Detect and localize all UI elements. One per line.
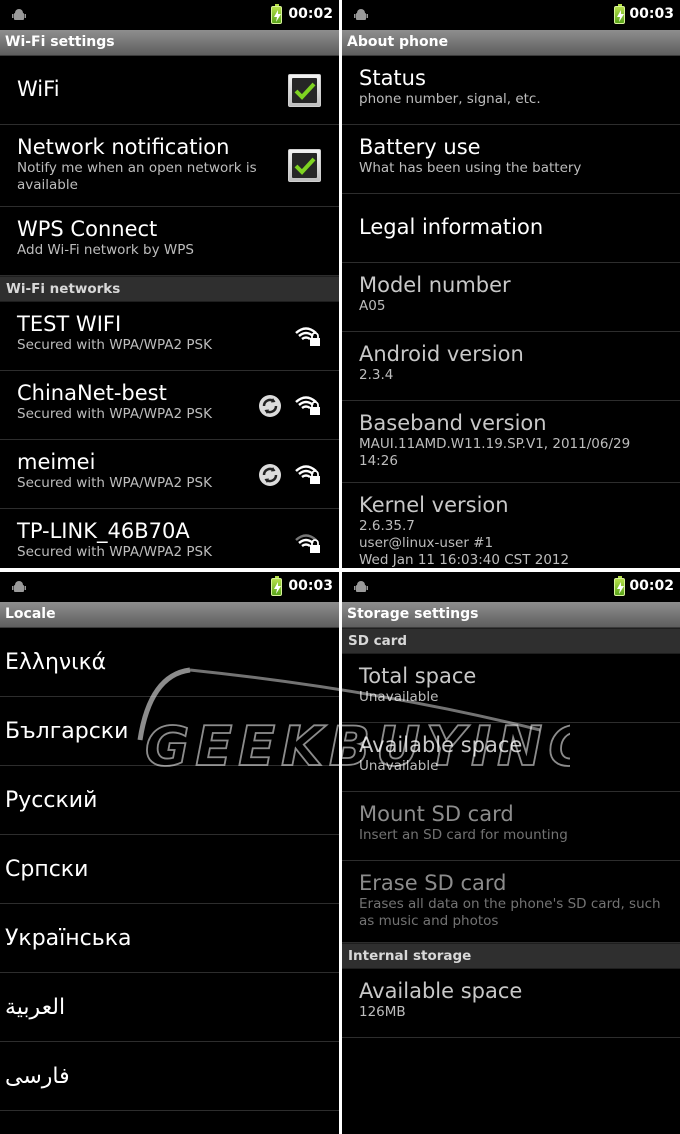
network-item-tp-link[interactable]: TP-LINK_46B70A Secured with WPA/WPA2 PSK <box>0 509 339 568</box>
locale-screen: 00:03 Locale Ελληνικά Български Русский … <box>0 572 339 1134</box>
screen-title: About phone <box>342 30 680 56</box>
battery-use-item[interactable]: Battery use What has been using the batt… <box>342 125 680 194</box>
baseband-version-item: Baseband version MAUI.11AMD.W11.19.SP.V1… <box>342 401 680 483</box>
android-debug-icon <box>12 9 26 20</box>
mount-sd-card-label: Mount SD card <box>359 802 514 826</box>
network-notification-toggle[interactable]: Network notification Notify me when an o… <box>0 125 339 207</box>
kernel-version-item: Kernel version 2.6.35.7 user@linux-user … <box>342 483 680 568</box>
network-notification-summary: Notify me when an open network is availa… <box>17 160 257 193</box>
status-bar: 00:03 <box>0 572 339 602</box>
about-phone-screen: 00:03 About phone Status phone number, s… <box>342 0 680 568</box>
status-bar: 00:02 <box>0 0 339 30</box>
wifi-lock-icon <box>295 396 320 415</box>
android-debug-icon <box>354 581 368 592</box>
network-security: Secured with WPA/WPA2 PSK <box>17 406 212 422</box>
battery-charging-icon <box>271 576 282 596</box>
android-debug-icon <box>12 581 26 592</box>
status-time: 00:02 <box>288 6 333 22</box>
baseband-version-label: Baseband version <box>359 411 547 435</box>
screen-title: Locale <box>0 602 339 628</box>
wifi-networks-header: Wi-Fi networks <box>0 276 339 302</box>
status-time: 00:03 <box>288 578 333 594</box>
wps-sync-icon <box>259 464 281 486</box>
mount-sd-card-summary: Insert an SD card for mounting <box>359 827 568 843</box>
status-item[interactable]: Status phone number, signal, etc. <box>342 56 680 125</box>
model-number-label: Model number <box>359 273 511 297</box>
wifi-lock-icon <box>295 327 320 346</box>
total-space-item: Total space Unavailable <box>342 654 680 723</box>
screen-title: Storage settings <box>342 602 680 628</box>
wps-sync-icon <box>259 395 281 417</box>
network-item-test-wifi[interactable]: TEST WIFI Secured with WPA/WPA2 PSK <box>0 302 339 371</box>
model-number-item: Model number A05 <box>342 263 680 332</box>
screen-title: Wi-Fi settings <box>0 30 339 56</box>
wifi-lock-weak-icon <box>295 534 320 553</box>
status-summary: phone number, signal, etc. <box>359 91 541 107</box>
status-bar: 00:03 <box>342 0 680 30</box>
network-security: Secured with WPA/WPA2 PSK <box>17 544 212 560</box>
wps-connect-summary: Add Wi-Fi network by WPS <box>17 242 194 258</box>
network-ssid: TP-LINK_46B70A <box>17 519 190 543</box>
network-security: Secured with WPA/WPA2 PSK <box>17 337 212 353</box>
wifi-settings-screen: 00:02 Wi-Fi settings WiFi Network notifi… <box>0 0 339 568</box>
panel-divider-vertical <box>339 0 342 1134</box>
network-ssid: ChinaNet-best <box>17 381 167 405</box>
total-space-label: Total space <box>359 664 477 688</box>
android-version-label: Android version <box>359 342 524 366</box>
wps-connect-item[interactable]: WPS Connect Add Wi-Fi network by WPS <box>0 207 339 276</box>
network-ssid: TEST WIFI <box>17 312 122 336</box>
wifi-lock-icon <box>295 465 320 484</box>
wps-connect-label: WPS Connect <box>17 217 158 241</box>
sd-available-space-label: Available space <box>359 733 523 757</box>
erase-sd-card-summary: Erases all data on the phone's SD card, … <box>359 896 661 929</box>
model-number-value: A05 <box>359 298 386 314</box>
kernel-version-value: 2.6.35.7 user@linux-user #1 Wed Jan 11 1… <box>359 518 570 568</box>
network-notification-checkbox[interactable] <box>288 149 321 182</box>
sd-available-space-item: Available space Unavailable <box>342 723 680 792</box>
wifi-checkbox[interactable] <box>288 74 321 107</box>
legal-information-item[interactable]: Legal information <box>342 194 680 263</box>
locale-item-persian[interactable]: فارسی <box>0 1042 339 1111</box>
network-item-chinanet[interactable]: ChinaNet-best Secured with WPA/WPA2 PSK <box>0 371 339 440</box>
status-bar: 00:02 <box>342 572 680 602</box>
internal-available-space-value: 126MB <box>359 1004 406 1020</box>
locale-item-serbian[interactable]: Српски <box>0 835 339 904</box>
sd-available-space-value: Unavailable <box>359 758 439 774</box>
sd-card-header: SD card <box>342 628 680 654</box>
panel-divider-horizontal <box>0 568 680 572</box>
battery-charging-icon <box>614 4 625 24</box>
total-space-value: Unavailable <box>359 689 439 705</box>
status-time: 00:03 <box>629 6 674 22</box>
wifi-toggle[interactable]: WiFi <box>0 56 339 125</box>
network-security: Secured with WPA/WPA2 PSK <box>17 475 212 491</box>
battery-use-summary: What has been using the battery <box>359 160 582 176</box>
status-label: Status <box>359 66 426 90</box>
legal-information-label: Legal information <box>359 215 544 239</box>
internal-available-space-item: Available space 126MB <box>342 969 680 1038</box>
erase-sd-card-item[interactable]: Erase SD card Erases all data on the pho… <box>342 861 680 943</box>
internal-storage-header: Internal storage <box>342 943 680 969</box>
locale-item-russian[interactable]: Русский <box>0 766 339 835</box>
internal-available-space-label: Available space <box>359 979 523 1003</box>
locale-item-greek[interactable]: Ελληνικά <box>0 628 339 697</box>
android-version-item: Android version 2.3.4 <box>342 332 680 401</box>
baseband-version-value: MAUI.11AMD.W11.19.SP.V1, 2011/06/29 14:2… <box>359 436 631 469</box>
network-ssid: meimei <box>17 450 96 474</box>
battery-use-label: Battery use <box>359 135 481 159</box>
storage-settings-screen: 00:02 Storage settings SD card Total spa… <box>342 572 680 1134</box>
status-time: 00:02 <box>629 578 674 594</box>
battery-charging-icon <box>271 4 282 24</box>
battery-charging-icon <box>614 576 625 596</box>
android-version-value: 2.3.4 <box>359 367 394 383</box>
mount-sd-card-item[interactable]: Mount SD card Insert an SD card for moun… <box>342 792 680 861</box>
locale-item-arabic[interactable]: العربية <box>0 973 339 1042</box>
erase-sd-card-label: Erase SD card <box>359 871 507 895</box>
locale-item-bulgarian[interactable]: Български <box>0 697 339 766</box>
android-debug-icon <box>354 9 368 20</box>
kernel-version-label: Kernel version <box>359 493 509 517</box>
network-item-meimei[interactable]: meimei Secured with WPA/WPA2 PSK <box>0 440 339 509</box>
locale-item-ukrainian[interactable]: Українська <box>0 904 339 973</box>
